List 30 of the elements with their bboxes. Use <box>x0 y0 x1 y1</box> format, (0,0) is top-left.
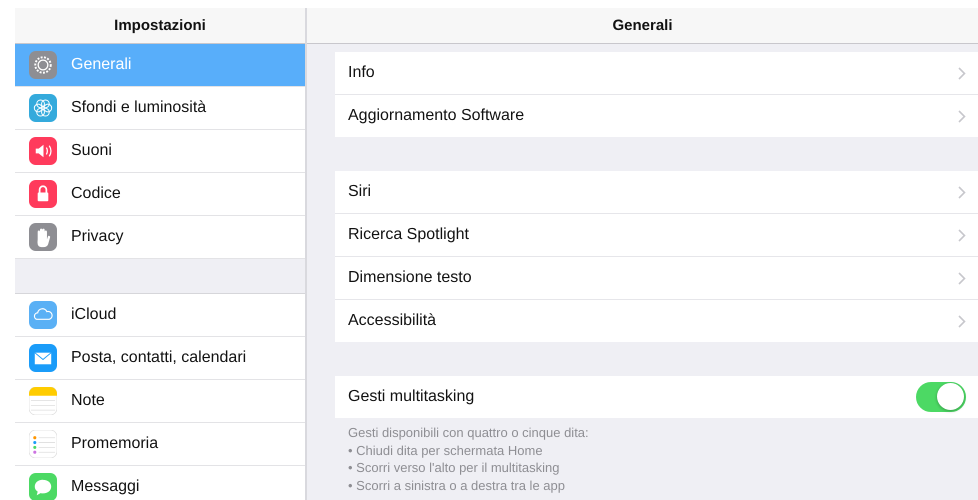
chevron-icon <box>958 110 966 122</box>
settings-row[interactable]: Aggiornamento Software <box>335 95 978 137</box>
speech-bubble-icon <box>29 473 57 500</box>
setting-label: Gesti multitasking <box>348 388 474 406</box>
footer-text: • Chiudi dita per schermata Home <box>348 442 544 459</box>
settings-row[interactable]: Ricerca Spotlight <box>335 214 978 257</box>
footer-text: • Scorri verso l'alto per il multitasking <box>348 459 560 476</box>
speaker-icon <box>29 137 57 165</box>
lock-icon <box>29 180 57 208</box>
toggle-switch[interactable] <box>916 382 966 412</box>
cloud-icon <box>29 301 57 329</box>
settings-row[interactable]: Siri <box>335 171 978 214</box>
footer-text: Gesti disponibili con quattro o cinque dita: <box>348 424 590 442</box>
chevron-icon <box>958 228 966 242</box>
settings-row[interactable]: Dimensione testo <box>335 257 978 300</box>
notepad-icon <box>29 387 57 415</box>
gear-icon <box>29 51 57 79</box>
footer-text: • Scorri a sinistra o a destra tra le app <box>348 476 566 494</box>
chevron-icon <box>958 66 966 80</box>
envelope-icon <box>29 344 57 372</box>
sidebar-title: Impostazioni <box>114 17 206 34</box>
list-icon <box>29 430 57 458</box>
chevron-icon <box>958 186 966 198</box>
settings-row[interactable]: Info <box>335 52 978 95</box>
chevron-icon <box>958 314 966 328</box>
detail-title: Generali <box>612 17 673 34</box>
flower-icon <box>29 94 57 122</box>
settings-row[interactable]: Accessibilità <box>335 300 978 342</box>
hand-icon <box>29 223 57 251</box>
chevron-icon <box>958 272 966 284</box>
